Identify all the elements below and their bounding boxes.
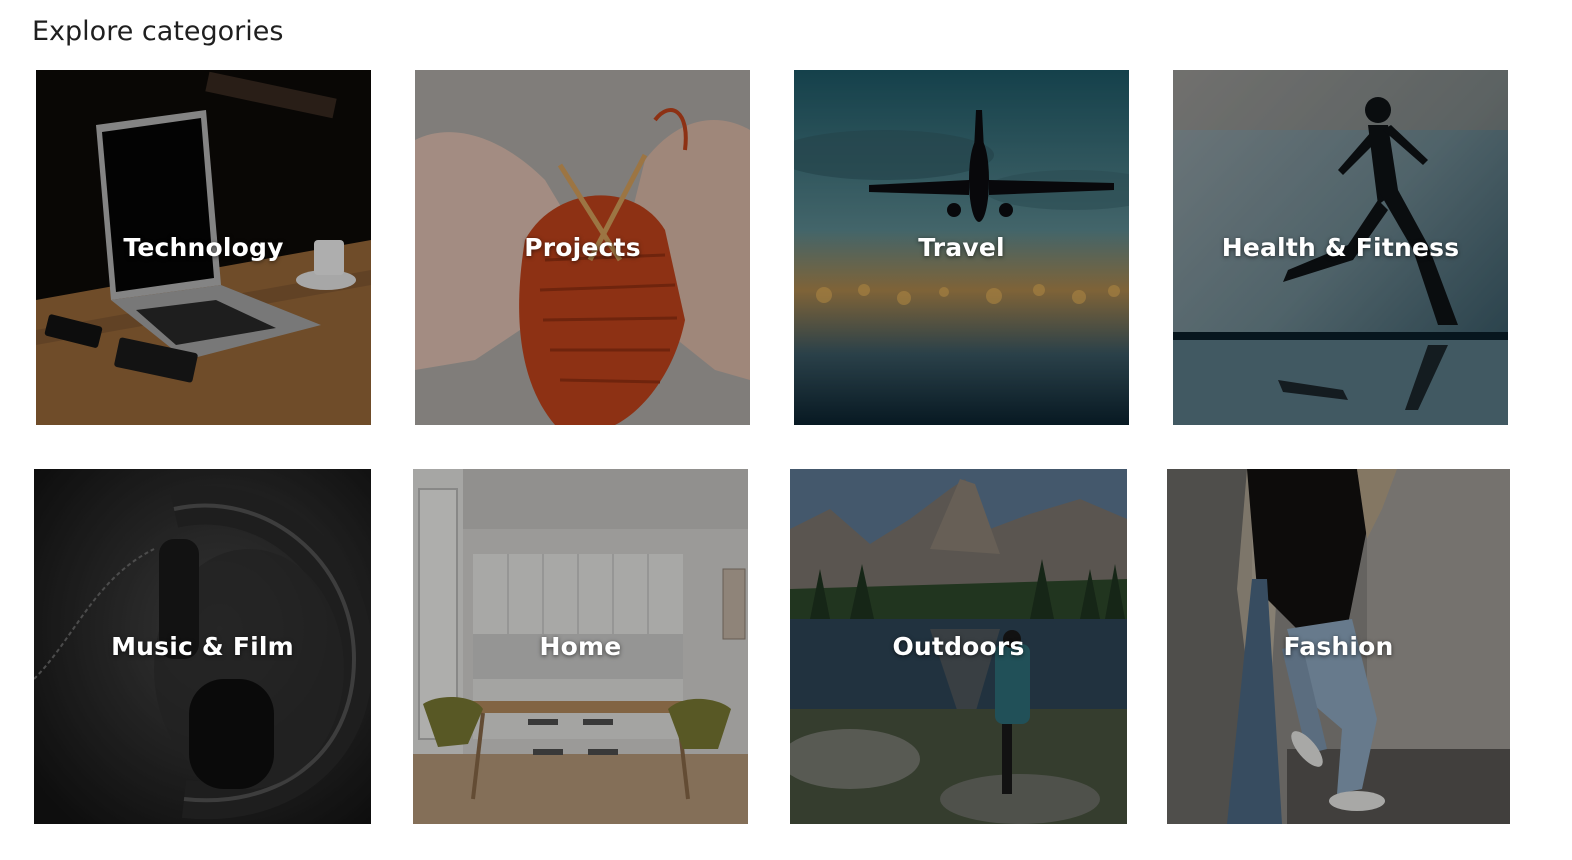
category-tile-home[interactable]: Home [413, 469, 748, 824]
category-label: Projects [524, 233, 641, 262]
category-label: Technology [123, 233, 284, 262]
category-label: Outdoors [892, 632, 1025, 661]
category-label: Music & Film [111, 632, 294, 661]
category-label: Health & Fitness [1221, 233, 1460, 262]
category-tile-music-film[interactable]: Music & Film [34, 469, 371, 824]
category-tile-technology[interactable]: Technology [36, 70, 371, 425]
category-label: Travel [918, 233, 1005, 262]
explore-categories-page: Explore categories Technology Projects T… [0, 0, 1572, 860]
category-tile-outdoors[interactable]: Outdoors [790, 469, 1127, 824]
category-tile-projects[interactable]: Projects [415, 70, 750, 425]
category-label: Fashion [1283, 632, 1394, 661]
category-tile-health-fitness[interactable]: Health & Fitness [1173, 70, 1508, 425]
category-tile-travel[interactable]: Travel [794, 70, 1129, 425]
category-label: Home [539, 632, 622, 661]
category-tile-fashion[interactable]: Fashion [1167, 469, 1510, 824]
section-heading: Explore categories [32, 16, 284, 47]
